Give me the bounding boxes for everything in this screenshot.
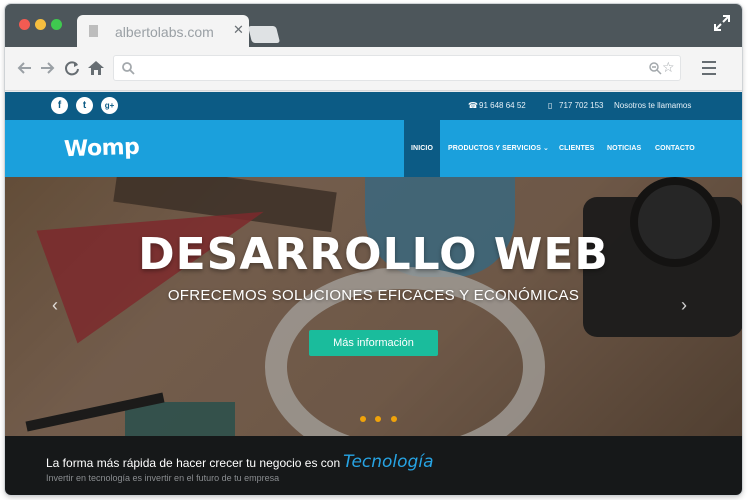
- search-icon: [122, 62, 135, 75]
- twitter-icon[interactable]: t: [76, 97, 93, 114]
- zoom-icon[interactable]: [648, 61, 662, 75]
- close-window-button[interactable]: [19, 19, 30, 30]
- browser-window: albertolabs.com ✕ ☆ f t g+ ☎91 648 64 52…: [5, 4, 742, 495]
- browser-tab[interactable]: albertolabs.com ✕: [77, 15, 249, 47]
- address-bar[interactable]: ☆: [113, 55, 681, 81]
- site-logo[interactable]: Womp: [64, 135, 140, 163]
- page-icon: [89, 25, 98, 37]
- page-viewport: f t g+ ☎91 648 64 52 ▯ 717 702 153 Nosotr…: [5, 92, 742, 495]
- hero-overlay: [5, 177, 742, 436]
- nav-noticias[interactable]: NOTICIAS: [607, 120, 641, 177]
- facebook-icon[interactable]: f: [51, 97, 68, 114]
- phone-1-text: 91 648 64 52: [479, 101, 526, 110]
- nav-contacto[interactable]: CONTACTO: [655, 120, 695, 177]
- nav-inicio[interactable]: INICIO: [404, 120, 440, 177]
- new-tab-button[interactable]: [247, 26, 281, 43]
- nav-productos-servicios[interactable]: PRODUCTOS Y SERVICIOS ⌄: [448, 120, 549, 177]
- bookmark-star-icon[interactable]: ☆: [662, 59, 675, 76]
- nav-clientes[interactable]: CLIENTES: [559, 120, 594, 177]
- slider-dot-1[interactable]: [360, 416, 366, 422]
- phone-number-2[interactable]: ▯ 717 702 153: [548, 101, 604, 110]
- back-icon[interactable]: [16, 59, 34, 77]
- phone-icon: ☎: [468, 101, 478, 110]
- hero-title: DESARROLLO WEB: [138, 229, 609, 280]
- slider-dot-2[interactable]: [375, 416, 382, 422]
- minimize-window-button[interactable]: [35, 19, 46, 30]
- tagline-subtext: Invertir en tecnología es invertir en el…: [46, 473, 280, 483]
- mobile-icon: ▯: [548, 101, 553, 110]
- site-header: Womp INICIO PRODUCTOS Y SERVICIOS ⌄ CLIE…: [5, 120, 742, 177]
- browser-toolbar: ☆: [5, 47, 742, 91]
- hero-subtitle: OFRECEMOS SOLUCIONES EFICACES Y ECONÓMIC…: [167, 287, 580, 304]
- top-contact-bar: f t g+ ☎91 648 64 52 ▯ 717 702 153 Nosotr…: [5, 92, 742, 120]
- maximize-window-button[interactable]: [51, 19, 62, 30]
- phone-number-1[interactable]: ☎91 648 64 52: [468, 101, 526, 110]
- callback-link[interactable]: Nosotros te llamamos: [614, 101, 691, 110]
- home-icon[interactable]: [87, 59, 105, 77]
- fullscreen-icon[interactable]: [713, 14, 731, 32]
- google-plus-icon[interactable]: g+: [101, 97, 118, 114]
- slider-dot-3[interactable]: [390, 416, 397, 422]
- forward-icon[interactable]: [38, 59, 56, 77]
- reload-icon[interactable]: [63, 59, 81, 77]
- tab-title: albertolabs.com: [115, 24, 214, 40]
- slider-pagination: [360, 409, 402, 427]
- browser-menu-icon[interactable]: [702, 61, 716, 75]
- hero-slider: DESARROLLO WEB OFRECEMOS SOLUCIONES EFIC…: [5, 177, 742, 436]
- tagline-highlight: Tecnología: [343, 452, 434, 472]
- slider-next-icon[interactable]: ›: [681, 295, 687, 316]
- more-info-button[interactable]: Más información: [309, 330, 438, 356]
- tagline-section: La forma más rápida de hacer crecer tu n…: [5, 436, 742, 495]
- tab-close-icon[interactable]: ✕: [233, 22, 244, 38]
- tagline-main: La forma más rápida de hacer crecer tu n…: [46, 452, 434, 472]
- tagline-text: La forma más rápida de hacer crecer tu n…: [46, 456, 341, 470]
- slider-prev-icon[interactable]: ‹: [52, 295, 58, 316]
- browser-titlebar: albertolabs.com ✕: [5, 4, 742, 47]
- phone-2-text: 717 702 153: [559, 101, 604, 110]
